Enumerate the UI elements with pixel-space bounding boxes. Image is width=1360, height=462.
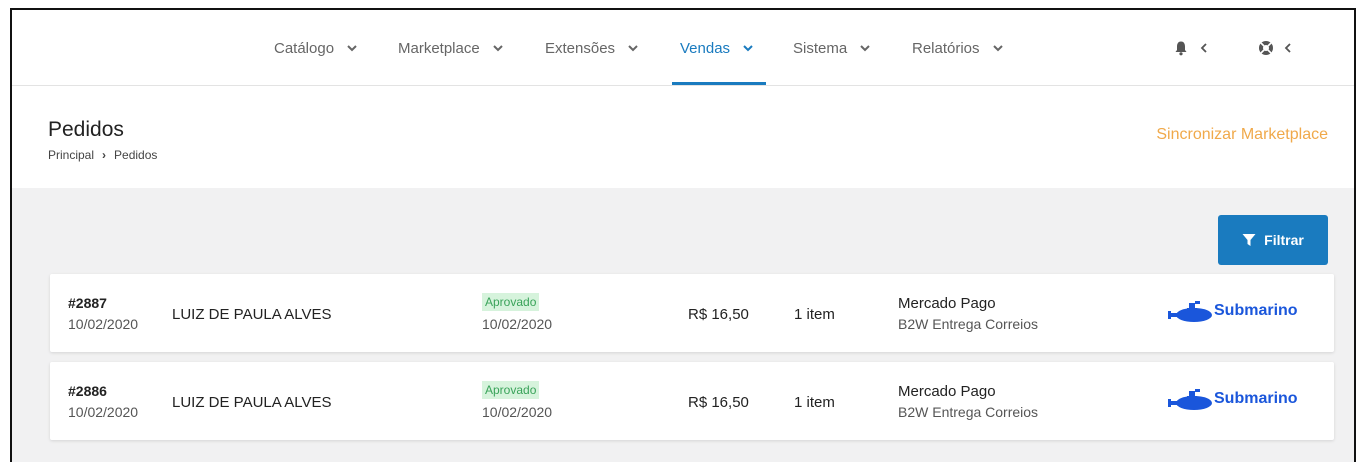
status-badge: Aprovado: [482, 381, 540, 399]
sync-marketplace-link[interactable]: Sincronizar Marketplace: [1156, 126, 1328, 144]
filter-icon: [1242, 234, 1256, 246]
submarine-icon: [1168, 389, 1212, 410]
app-frame: Catálogo Marketplace Extensões Vendas Si…: [10, 8, 1356, 462]
page-title: Pedidos: [48, 118, 124, 141]
breadcrumb-current: Pedidos: [114, 148, 158, 162]
order-items-count: 1 item: [794, 394, 835, 411]
nav-item-sistema[interactable]: Sistema: [793, 40, 871, 57]
nav-item-extensoes[interactable]: Extensões: [545, 40, 639, 57]
marketplace-name: Submarino: [1214, 302, 1298, 319]
order-id: #2887: [68, 295, 107, 311]
help-button[interactable]: [1258, 40, 1298, 61]
nav-item-relatorios[interactable]: Relatórios: [912, 40, 1004, 57]
chevron-down-icon: [628, 45, 638, 52]
top-nav: Catálogo Marketplace Extensões Vendas Si…: [12, 10, 1354, 86]
chevron-down-icon: [347, 45, 357, 52]
nav-item-catalogo[interactable]: Catálogo: [274, 40, 358, 57]
marketplace-logo: Submarino: [1168, 387, 1298, 411]
submarine-icon: [1168, 301, 1212, 322]
chevron-down-icon: [992, 45, 1003, 52]
nav-item-label: Sistema: [793, 40, 848, 57]
chevron-left-icon: [1284, 43, 1291, 53]
order-items-count: 1 item: [794, 306, 835, 323]
order-row[interactable]: #2887 10/02/2020 LUIZ DE PAULA ALVES Apr…: [50, 274, 1334, 352]
shipping-method: B2W Entrega Correios: [898, 404, 1039, 420]
breadcrumb: Principal › Pedidos: [48, 148, 157, 162]
lifebuoy-icon: [1259, 41, 1273, 55]
chevron-down-icon: [743, 45, 753, 52]
filter-button-label: Filtrar: [1264, 232, 1304, 248]
marketplace-logo: Submarino: [1168, 299, 1298, 323]
order-id: #2886: [68, 383, 107, 399]
orders-panel: Filtrar #2887 10/02/2020 LUIZ DE PAULA A…: [12, 188, 1354, 462]
order-price: R$ 16,50: [688, 306, 749, 323]
nav-item-marketplace[interactable]: Marketplace: [398, 40, 504, 57]
chevron-left-icon: [1200, 43, 1207, 53]
order-price: R$ 16,50: [688, 394, 749, 411]
order-date: 10/02/2020: [68, 404, 139, 420]
nav-item-label: Relatórios: [912, 40, 980, 57]
notifications-button[interactable]: [1174, 40, 1214, 61]
chevron-down-icon: [860, 45, 871, 52]
chevron-down-icon: [493, 45, 503, 52]
order-date: 10/02/2020: [68, 316, 139, 332]
payment-method: Mercado Pago: [898, 383, 996, 400]
nav-item-label: Catálogo: [274, 40, 335, 57]
status-badge: Aprovado: [482, 293, 540, 311]
nav-item-label: Vendas: [680, 40, 731, 57]
shipping-method: B2W Entrega Correios: [898, 316, 1039, 332]
status-date: 10/02/2020: [482, 316, 553, 332]
marketplace-name: Submarino: [1214, 390, 1298, 407]
customer-name: LUIZ DE PAULA ALVES: [172, 306, 332, 323]
filter-button[interactable]: Filtrar: [1218, 215, 1328, 265]
active-tab-indicator: [672, 82, 766, 85]
breadcrumb-separator: ›: [102, 148, 107, 162]
breadcrumb-root[interactable]: Principal: [48, 148, 94, 162]
nav-item-label: Marketplace: [398, 40, 480, 57]
nav-item-label: Extensões: [545, 40, 616, 57]
status-date: 10/02/2020: [482, 404, 553, 420]
bell-icon: [1175, 41, 1187, 56]
payment-method: Mercado Pago: [898, 295, 996, 312]
customer-name: LUIZ DE PAULA ALVES: [172, 394, 332, 411]
order-row[interactable]: #2886 10/02/2020 LUIZ DE PAULA ALVES Apr…: [50, 362, 1334, 440]
nav-item-vendas[interactable]: Vendas: [680, 40, 754, 57]
